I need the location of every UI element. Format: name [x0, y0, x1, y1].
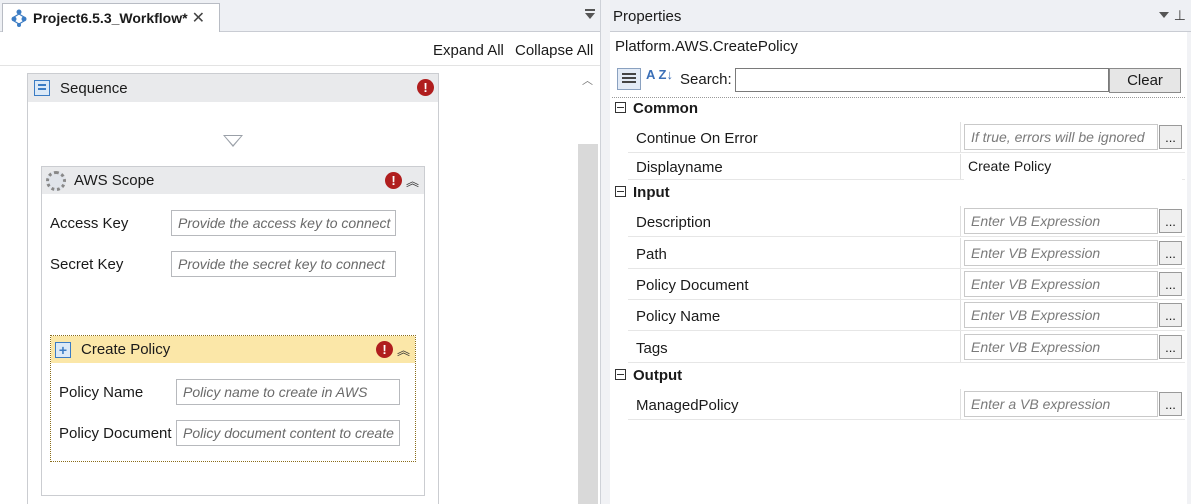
sequence-header[interactable]: Sequence !: [28, 74, 438, 102]
managed-policy-input[interactable]: Enter a VB expression: [964, 391, 1158, 417]
collapse-chevron-icon[interactable]: ︽: [397, 340, 410, 359]
category-label: Input: [633, 184, 670, 201]
ellipsis-button[interactable]: ...: [1159, 335, 1182, 359]
property-row-policy-document: Policy Document Enter VB Expression ...: [628, 269, 1185, 300]
category-output[interactable]: Output: [612, 365, 1185, 387]
column-separator: [960, 122, 961, 152]
ellipsis-button[interactable]: ...: [1159, 125, 1182, 149]
ellipsis-button[interactable]: ...: [1159, 303, 1182, 327]
continue-on-error-input[interactable]: If true, errors will be ignored: [964, 124, 1158, 150]
error-icon[interactable]: !: [376, 341, 393, 358]
selected-activity-name: Platform.AWS.CreatePolicy: [615, 38, 798, 55]
property-row-continue-on-error: Continue On Error If true, errors will b…: [628, 122, 1185, 153]
expand-plus-icon[interactable]: +: [55, 341, 71, 358]
column-separator: [960, 389, 961, 419]
property-row-path: Path Enter VB Expression ...: [628, 238, 1185, 269]
close-icon[interactable]: ✕: [192, 8, 205, 28]
displayname-value[interactable]: Create Policy: [964, 154, 1182, 180]
gear-icon: [46, 170, 66, 191]
grid-gutter: [612, 120, 628, 504]
tags-input[interactable]: Enter VB Expression: [964, 334, 1158, 360]
designer-toolbar: Expand All Collapse All: [0, 36, 600, 66]
property-name: Policy Document: [636, 277, 749, 294]
clear-button[interactable]: Clear: [1109, 68, 1181, 93]
collapse-all-link[interactable]: Collapse All: [515, 42, 593, 59]
error-icon[interactable]: !: [417, 79, 434, 96]
column-separator: [960, 154, 961, 179]
panel-splitter[interactable]: [600, 0, 610, 504]
scroll-up-arrow-icon[interactable]: ︿: [582, 72, 593, 88]
column-separator: [960, 238, 961, 268]
categorized-view-icon[interactable]: [617, 68, 641, 90]
panel-options-dropdown-icon[interactable]: [1159, 12, 1169, 18]
collapse-minus-icon[interactable]: [615, 102, 626, 113]
property-name: ManagedPolicy: [636, 397, 739, 414]
access-key-label: Access Key: [50, 215, 129, 232]
workflow-designer-panel: Project6.5.3_Workflow* ✕ Expand All Coll…: [0, 0, 600, 504]
property-row-tags: Tags Enter VB Expression ...: [628, 331, 1185, 363]
document-tab-strip: Project6.5.3_Workflow* ✕: [0, 0, 600, 32]
description-input[interactable]: Enter VB Expression: [964, 208, 1158, 234]
search-input[interactable]: [735, 68, 1109, 92]
column-separator: [960, 206, 961, 236]
properties-toolbar: A Z↓ Search: Clear: [612, 64, 1187, 94]
policy-document-label: Policy Document: [59, 425, 172, 442]
ellipsis-button[interactable]: ...: [1159, 209, 1182, 233]
create-policy-header[interactable]: + Create Policy ! ︽: [51, 336, 415, 363]
property-name: Path: [636, 246, 667, 263]
collapse-minus-icon[interactable]: [615, 186, 626, 197]
property-grid: Common Continue On Error If true, errors…: [612, 97, 1185, 504]
pin-icon[interactable]: ⊥: [1174, 7, 1186, 24]
properties-title: Properties: [613, 8, 682, 25]
create-policy-title: Create Policy: [81, 341, 171, 358]
policy-name-property-input[interactable]: Enter VB Expression: [964, 302, 1158, 328]
property-row-description: Description Enter VB Expression ...: [628, 206, 1185, 237]
policy-name-input[interactable]: Policy name to create in AWS: [176, 379, 400, 405]
access-key-input[interactable]: Provide the access key to connect: [171, 210, 396, 236]
aws-scope-title: AWS Scope: [74, 172, 155, 189]
sequence-title: Sequence: [60, 79, 128, 97]
policy-name-label: Policy Name: [59, 384, 144, 401]
ellipsis-button[interactable]: ...: [1159, 392, 1182, 416]
alphabetical-sort-icon[interactable]: A Z↓: [646, 67, 673, 82]
secret-key-input[interactable]: Provide the secret key to connect: [171, 251, 396, 277]
secret-key-label: Secret Key: [50, 256, 124, 273]
property-row-policy-name: Policy Name Enter VB Expression ...: [628, 300, 1185, 331]
category-label: Common: [633, 100, 698, 117]
path-input[interactable]: Enter VB Expression: [964, 240, 1158, 266]
category-input[interactable]: Input: [612, 182, 1185, 204]
collapse-minus-icon[interactable]: [615, 369, 626, 380]
scrollbar-thumb[interactable]: [578, 144, 598, 504]
policy-document-property-input[interactable]: Enter VB Expression: [964, 271, 1158, 297]
category-common[interactable]: Common: [612, 98, 1185, 120]
policy-document-input[interactable]: Policy document content to create: [176, 420, 400, 446]
property-name: Policy Name: [636, 308, 721, 325]
category-label: Output: [633, 367, 683, 384]
column-separator: [960, 331, 961, 362]
search-label: Search:: [680, 71, 732, 88]
property-name: Description: [636, 214, 712, 231]
column-separator: [960, 300, 961, 330]
tab-title: Project6.5.3_Workflow*: [33, 10, 188, 26]
property-name: Displayname: [636, 159, 723, 176]
collapse-chevron-icon[interactable]: ︽: [406, 171, 419, 190]
properties-title-bar: Properties ⊥: [610, 0, 1191, 32]
aws-scope-header[interactable]: AWS Scope ! ︽: [42, 167, 424, 194]
expand-all-link[interactable]: Expand All: [433, 42, 504, 59]
workflow-icon: [11, 9, 27, 27]
ellipsis-button[interactable]: ...: [1159, 272, 1182, 296]
panel-right-edge: [1187, 32, 1191, 504]
column-separator: [960, 269, 961, 299]
error-icon[interactable]: !: [385, 172, 402, 189]
sequence-icon: [34, 80, 50, 96]
workflow-document-tab[interactable]: Project6.5.3_Workflow* ✕: [2, 3, 220, 32]
tab-list-dropdown-icon[interactable]: [584, 8, 596, 22]
property-name: Tags: [636, 340, 668, 357]
drop-target-arrow-icon[interactable]: [223, 135, 243, 147]
property-row-managed-policy: ManagedPolicy Enter a VB expression ...: [628, 389, 1185, 420]
properties-panel: Properties ⊥ Platform.AWS.CreatePolicy A…: [610, 0, 1191, 504]
ellipsis-button[interactable]: ...: [1159, 241, 1182, 265]
property-row-displayname: Displayname Create Policy: [628, 154, 1185, 180]
property-name: Continue On Error: [636, 130, 758, 147]
